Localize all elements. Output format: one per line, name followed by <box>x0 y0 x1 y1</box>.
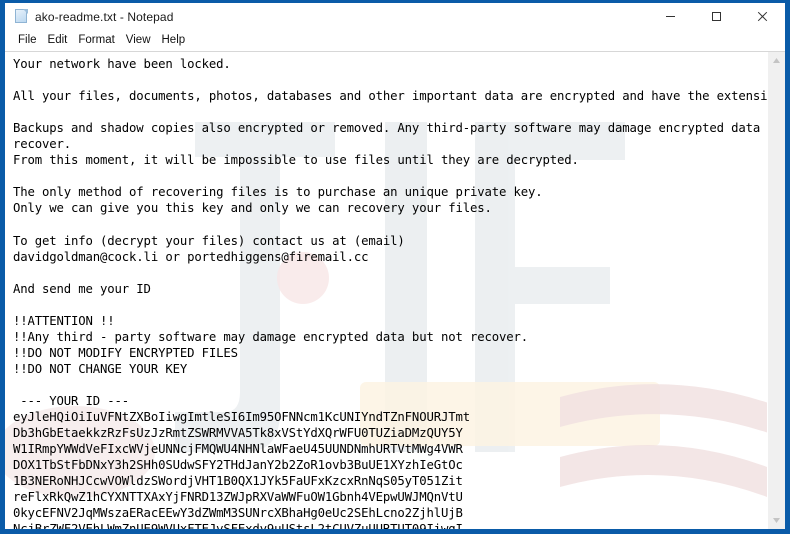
maximize-icon <box>711 12 721 21</box>
chevron-up-icon <box>773 58 780 63</box>
notepad-document-icon <box>14 9 29 24</box>
editor-area: Your network have been locked. All your … <box>5 52 785 529</box>
scrollbar-track[interactable] <box>768 69 785 512</box>
close-button[interactable] <box>739 3 785 30</box>
menu-bar: File Edit Format View Help <box>5 30 785 52</box>
menu-item-help[interactable]: Help <box>157 31 192 50</box>
minimize-icon <box>665 16 675 17</box>
window-title: ako-readme.txt - Notepad <box>35 9 174 24</box>
maximize-button[interactable] <box>693 3 739 30</box>
vertical-scrollbar[interactable] <box>767 52 785 529</box>
minimize-button[interactable] <box>647 3 693 30</box>
menu-item-format[interactable]: Format <box>73 31 120 50</box>
menu-item-file[interactable]: File <box>13 31 43 50</box>
window-controls <box>647 3 785 30</box>
ransom-note-text[interactable]: Your network have been locked. All your … <box>5 52 767 529</box>
menu-item-edit[interactable]: Edit <box>43 31 74 50</box>
scroll-up-button[interactable] <box>768 52 785 69</box>
text-canvas[interactable]: Your network have been locked. All your … <box>5 52 767 529</box>
scroll-down-button[interactable] <box>768 512 785 529</box>
menu-item-view[interactable]: View <box>121 31 157 50</box>
notepad-window: ako-readme.txt - Notepad File Edit Forma… <box>0 0 790 534</box>
close-icon <box>757 11 767 22</box>
title-bar[interactable]: ako-readme.txt - Notepad <box>5 3 785 30</box>
chevron-down-icon <box>773 518 780 523</box>
